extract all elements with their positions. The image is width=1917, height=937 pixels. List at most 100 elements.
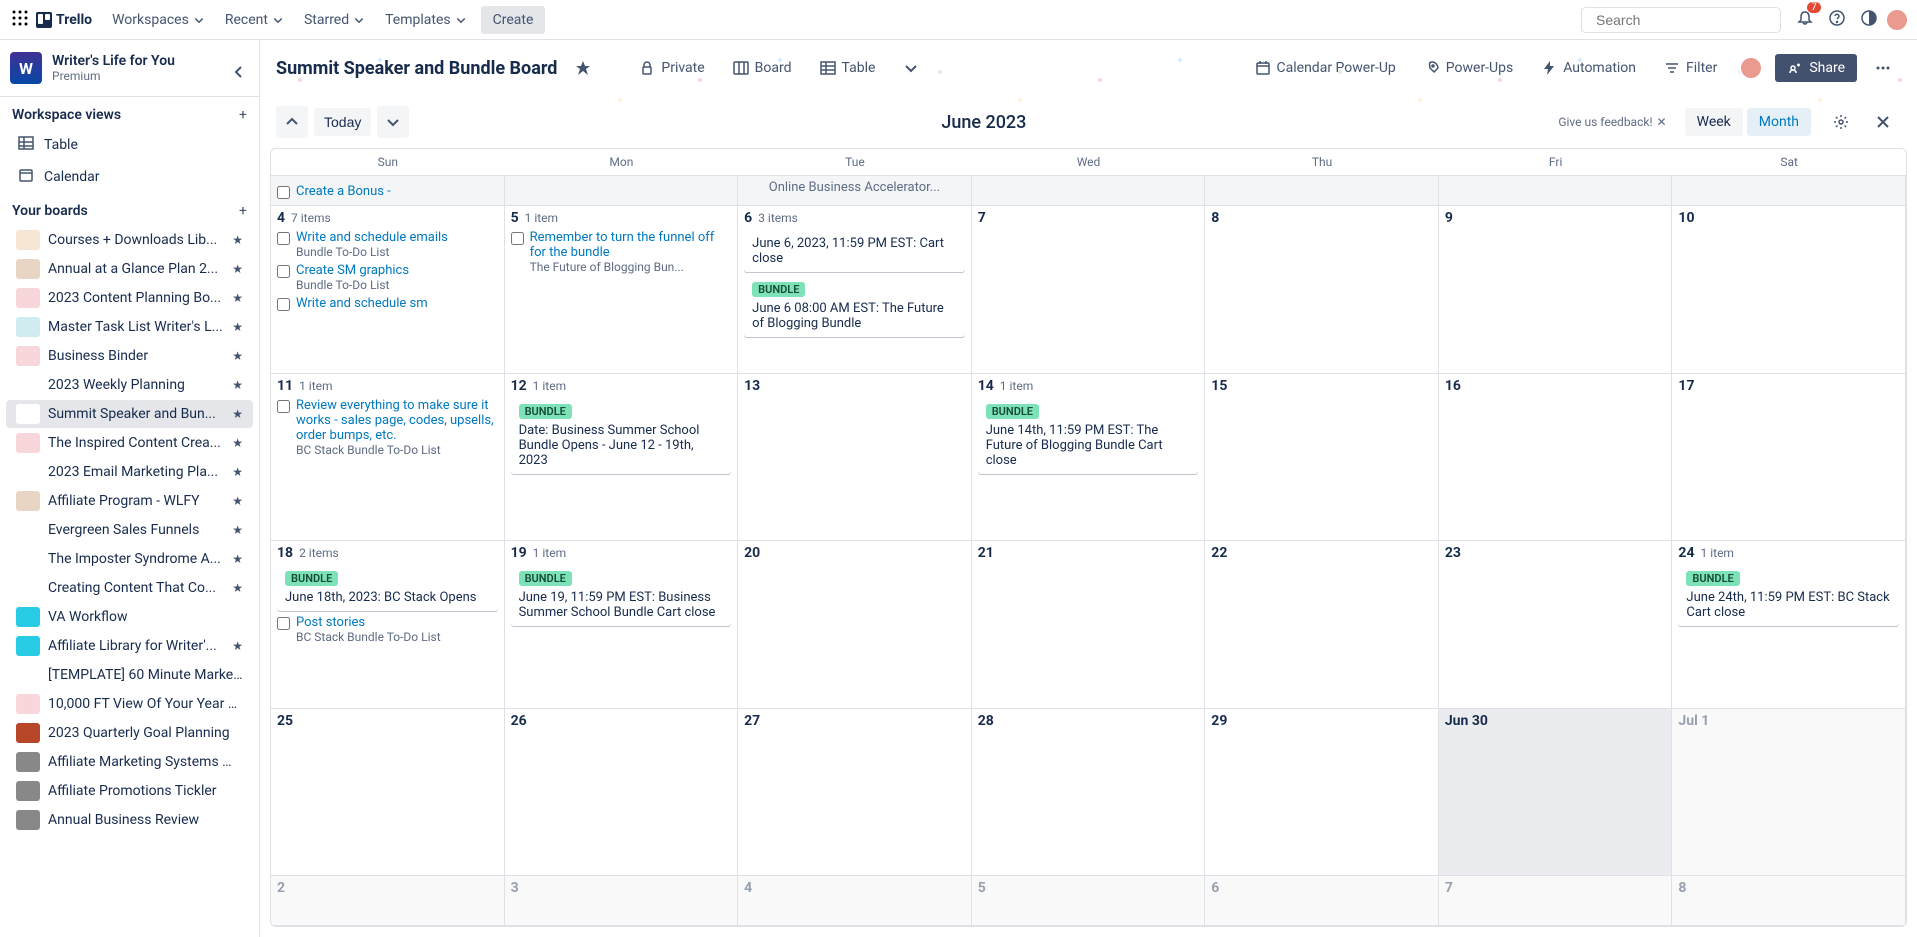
board-item[interactable]: Affiliate Program - WLFY★	[6, 487, 253, 515]
board-item[interactable]: Annual at a Glance Plan 2...★	[6, 255, 253, 283]
powerups-button[interactable]: Power-Ups	[1414, 54, 1523, 82]
calendar-cell[interactable]: 3	[505, 876, 739, 926]
prev-month-icon[interactable]	[276, 106, 308, 138]
star-icon[interactable]: ★	[232, 436, 243, 450]
search-input[interactable]	[1596, 12, 1777, 28]
nav-recent[interactable]: Recent	[215, 6, 294, 34]
calendar-cell[interactable]: 2	[271, 876, 505, 926]
board-item[interactable]: VA Workflow	[6, 603, 253, 631]
board-title[interactable]: Summit Speaker and Bundle Board	[276, 58, 557, 79]
board-item[interactable]: Evergreen Sales Funnels★	[6, 516, 253, 544]
calendar-cell[interactable]: 47 itemsWrite and schedule emailsBundle …	[271, 206, 505, 374]
checkbox[interactable]	[277, 232, 290, 245]
next-month-icon[interactable]	[377, 106, 409, 138]
checklist-item[interactable]: Create SM graphicsBundle To-Do List	[277, 263, 498, 292]
calendar-card[interactable]: BUNDLEDate: Business Summer School Bundl…	[511, 398, 732, 474]
checkbox[interactable]	[277, 298, 290, 311]
calendar-cell[interactable]: 7	[1439, 876, 1673, 926]
calendar-cell[interactable]: 182 itemsBUNDLEJune 18th, 2023: BC Stack…	[271, 541, 505, 709]
calendar-cell[interactable]: 28	[972, 709, 1206, 877]
nav-workspaces[interactable]: Workspaces	[102, 6, 215, 34]
feedback-link[interactable]: Give us feedback! ✕	[1558, 115, 1666, 129]
calendar-cell[interactable]: 241 itemBUNDLEJune 24th, 11:59 PM EST: B…	[1672, 541, 1906, 709]
calendar-cell[interactable]: 121 itemBUNDLEDate: Business Summer Scho…	[505, 374, 739, 542]
share-button[interactable]: Share	[1775, 54, 1857, 82]
checklist-item[interactable]: Post storiesBC Stack Bundle To-Do List	[277, 615, 498, 644]
star-icon[interactable]: ★	[232, 465, 243, 479]
board-member-avatar[interactable]	[1739, 56, 1763, 80]
calendar-card[interactable]: BUNDLEJune 14th, 11:59 PM EST: The Futur…	[978, 398, 1199, 474]
notifications-icon[interactable]: 7	[1791, 4, 1819, 36]
calendar-cell[interactable]: Jul 1	[1672, 709, 1906, 877]
checkbox[interactable]	[277, 186, 290, 199]
calendar-cell[interactable]: 29	[1205, 709, 1439, 877]
calendar-cell[interactable]: 21	[972, 541, 1206, 709]
board-item[interactable]: 2023 Email Marketing Pla...★	[6, 458, 253, 486]
board-item[interactable]: 2023 Content Planning Bo...★	[6, 284, 253, 312]
calendar-card[interactable]: BUNDLEJune 18th, 2023: BC Stack Opens	[277, 565, 498, 611]
user-avatar[interactable]	[1885, 8, 1909, 32]
star-icon[interactable]: ★	[232, 320, 243, 334]
calendar-cell[interactable]: Jun 30	[1439, 709, 1673, 877]
calendar-cell[interactable]: 8	[1672, 876, 1906, 926]
checkbox[interactable]	[277, 617, 290, 630]
board-item[interactable]: Business Binder★	[6, 342, 253, 370]
board-menu-icon[interactable]	[1865, 54, 1901, 82]
star-icon[interactable]: ★	[232, 581, 243, 595]
checklist-item[interactable]: Review everything to make sure it works …	[277, 398, 498, 457]
calendar-cell[interactable]: 23	[1439, 541, 1673, 709]
calendar-card[interactable]: June 6, 2023, 11:59 PM EST: Cart close	[744, 230, 965, 272]
view-calendar[interactable]: Calendar	[6, 161, 253, 193]
calendar-cell[interactable]	[1205, 176, 1439, 206]
calendar-cell[interactable]: 20	[738, 541, 972, 709]
calendar-cell[interactable]: 25	[271, 709, 505, 877]
board-item[interactable]: Courses + Downloads Lib...★	[6, 226, 253, 254]
checklist-item[interactable]: Remember to turn the funnel off for the …	[511, 230, 732, 274]
calendar-cell[interactable]: 9	[1439, 206, 1673, 374]
board-item[interactable]: 2023 Weekly Planning★	[6, 371, 253, 399]
add-view-icon[interactable]: +	[239, 107, 247, 123]
board-item[interactable]: Summit Speaker and Bun...★	[6, 400, 253, 428]
calendar-cell[interactable]: 141 itemBUNDLEJune 14th, 11:59 PM EST: T…	[972, 374, 1206, 542]
calendar-cell[interactable]: 7	[972, 206, 1206, 374]
star-icon[interactable]: ★	[232, 552, 243, 566]
table-view-button[interactable]: Table	[810, 54, 886, 82]
star-icon[interactable]: ★	[232, 291, 243, 305]
calendar-cell[interactable]: 51 itemRemember to turn the funnel off f…	[505, 206, 739, 374]
board-item[interactable]: The Inspired Content Crea...★	[6, 429, 253, 457]
calendar-cell[interactable]: 4	[738, 876, 972, 926]
calendar-cell[interactable]	[505, 176, 739, 206]
calendar-cell[interactable]: 111 itemReview everything to make sure i…	[271, 374, 505, 542]
calendar-settings-icon[interactable]	[1823, 108, 1859, 136]
calendar-card[interactable]: BUNDLEJune 19, 11:59 PM EST: Business Su…	[511, 565, 732, 626]
close-feedback-icon[interactable]: ✕	[1657, 115, 1667, 129]
checkbox[interactable]	[277, 400, 290, 413]
help-icon[interactable]	[1823, 4, 1851, 36]
calendar-cell[interactable]: Create a Bonus -	[271, 176, 505, 206]
board-item[interactable]: Creating Content That Co...★	[6, 574, 253, 602]
calendar-cell[interactable]: 63 itemsJune 6, 2023, 11:59 PM EST: Cart…	[738, 206, 972, 374]
calendar-cell[interactable]: 6	[1205, 876, 1439, 926]
week-view-button[interactable]: Week	[1685, 108, 1743, 136]
checklist-item[interactable]: Create a Bonus -	[277, 184, 498, 199]
calendar-cell[interactable]	[1672, 176, 1906, 206]
board-item[interactable]: Master Task List Writer's L...★	[6, 313, 253, 341]
board-item[interactable]: Affiliate Promotions Tickler	[6, 777, 253, 805]
calendar-cell[interactable]: Online Business Accelerator...	[738, 176, 972, 206]
calendar-powerup-button[interactable]: Calendar Power-Up	[1245, 54, 1406, 82]
star-icon[interactable]: ★	[232, 349, 243, 363]
board-item[interactable]: Affiliate Library for Writer'...★	[6, 632, 253, 660]
board-item[interactable]: 10,000 FT View Of Your Year +...	[6, 690, 253, 718]
calendar-cell[interactable]	[1439, 176, 1673, 206]
calendar-cell[interactable]: 17	[1672, 374, 1906, 542]
star-icon[interactable]: ★	[232, 378, 243, 392]
star-icon[interactable]: ★	[232, 494, 243, 508]
close-calendar-icon[interactable]	[1865, 108, 1901, 136]
nav-starred[interactable]: Starred	[294, 6, 375, 34]
board-item[interactable]: Affiliate Marketing Systems W...	[6, 748, 253, 776]
workspace-header[interactable]: W Writer's Life for You Premium	[0, 40, 259, 97]
checklist-item[interactable]: Write and schedule emailsBundle To-Do Li…	[277, 230, 498, 259]
sidebar-collapse-icon[interactable]	[227, 60, 251, 84]
calendar-cell[interactable]: 13	[738, 374, 972, 542]
create-button[interactable]: Create	[481, 6, 546, 34]
